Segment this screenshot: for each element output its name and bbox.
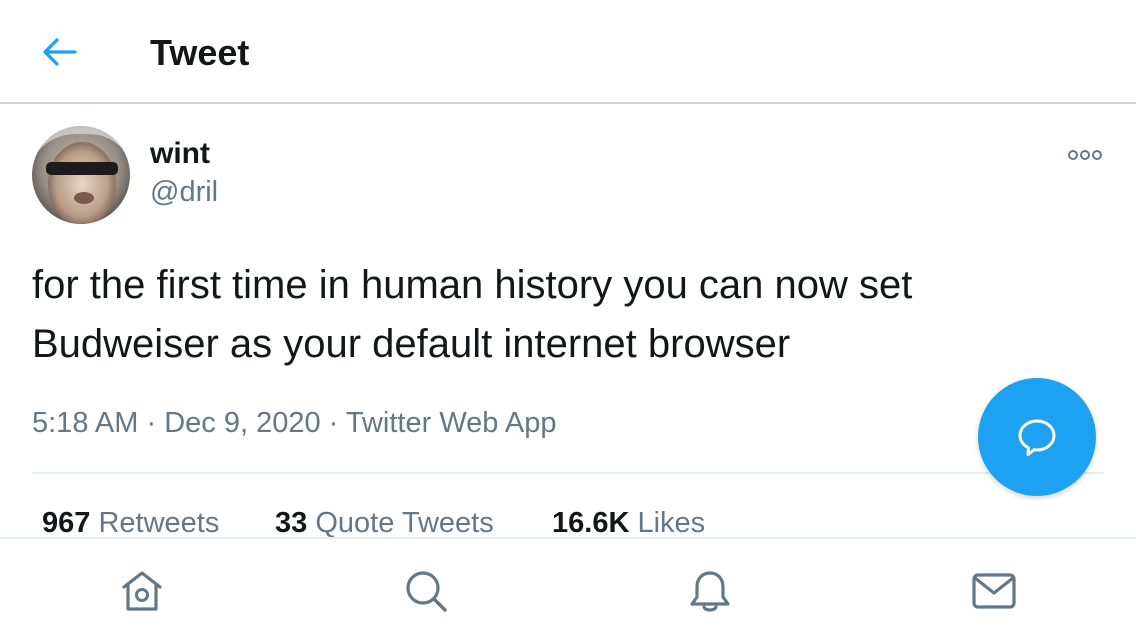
envelope-icon	[972, 573, 1016, 609]
bottom-tab-bar	[0, 537, 1136, 640]
profile-photo-image	[32, 126, 130, 224]
divider	[32, 472, 1104, 474]
quote-tweets-stat[interactable]: 33 Quote Tweets	[275, 505, 494, 541]
quote-tweets-count: 33	[275, 507, 308, 539]
tweet-source[interactable]: Twitter Web App	[346, 407, 557, 439]
likes-count: 16.6K	[552, 507, 630, 539]
meta-separator: ·	[328, 407, 339, 439]
tab-search[interactable]	[398, 565, 454, 617]
more-options-button[interactable]	[1060, 140, 1110, 170]
avatar[interactable]	[32, 126, 130, 224]
tweet-text: for the first time in human history you …	[32, 263, 913, 366]
quote-tweets-label: Quote Tweets	[315, 507, 494, 539]
tab-notifications[interactable]	[682, 565, 738, 617]
tweet-time[interactable]: 5:18 AM	[32, 407, 138, 439]
retweets-count: 967	[42, 507, 91, 539]
arrow-left-icon	[43, 38, 77, 66]
tweet-detail-screen: Tweet wint @dril for the first time in h…	[0, 0, 1136, 640]
tab-home[interactable]	[114, 565, 170, 617]
author-display-name[interactable]: wint	[150, 136, 210, 172]
retweets-label: Retweets	[98, 507, 220, 539]
likes-stat[interactable]: 16.6K Likes	[552, 505, 705, 541]
meta-separator: ·	[146, 407, 157, 439]
back-button[interactable]	[36, 30, 84, 74]
tweet-meta: 5:18 AM · Dec 9, 2020 · Twitter Web App	[32, 403, 557, 443]
more-dots-icon	[1068, 150, 1102, 160]
author-handle[interactable]: @dril	[150, 174, 218, 210]
reply-bubble-icon	[1018, 419, 1056, 456]
reply-fab-button[interactable]	[978, 378, 1096, 496]
top-header: Tweet	[0, 0, 1136, 104]
tweet-date[interactable]: Dec 9, 2020	[164, 407, 320, 439]
retweets-stat[interactable]: 967 Retweets	[42, 505, 219, 541]
home-icon	[122, 571, 162, 611]
bell-icon	[690, 571, 730, 612]
search-icon	[406, 571, 447, 612]
tab-messages[interactable]	[966, 565, 1022, 617]
page-title: Tweet	[150, 32, 250, 73]
likes-label: Likes	[637, 507, 706, 539]
